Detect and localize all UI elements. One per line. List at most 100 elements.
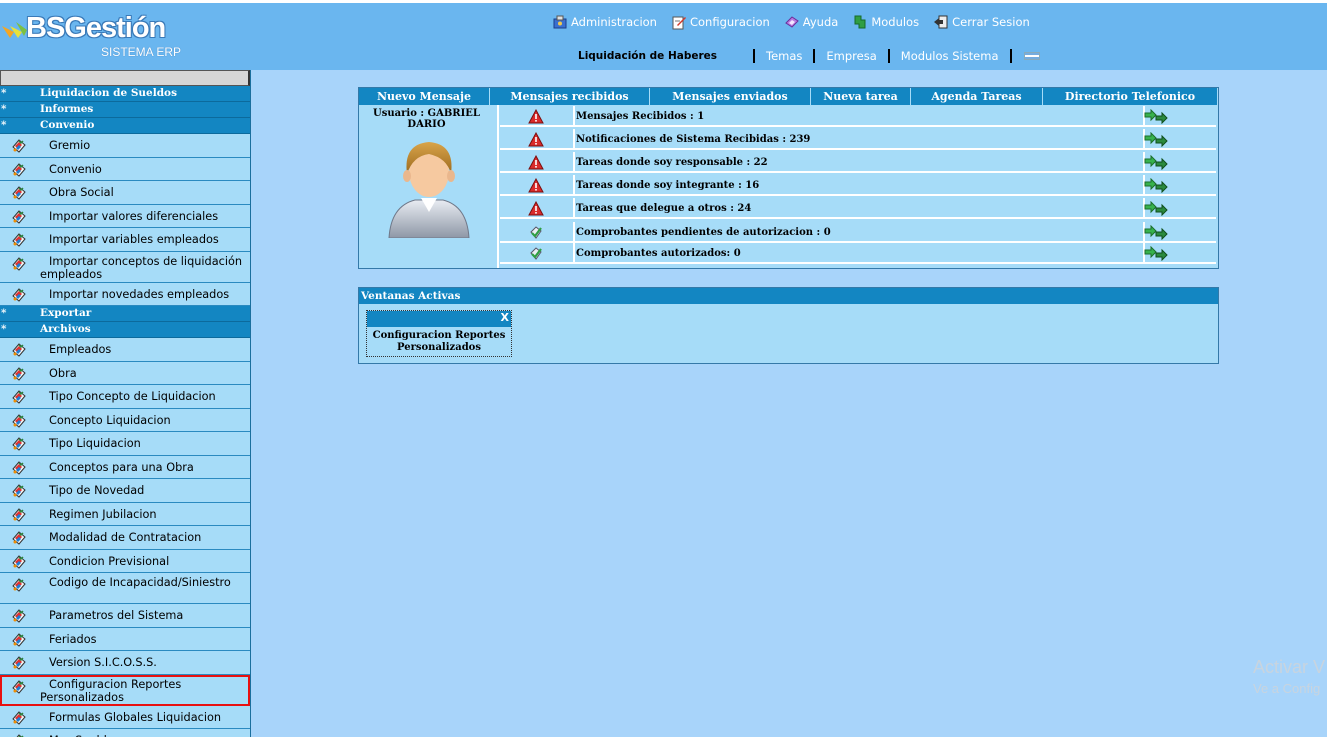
sidebar-item-label: Importar novedades empleados — [49, 287, 230, 301]
module-icon — [10, 530, 28, 546]
sidebar-item-importar-valores-diferenciales[interactable]: Importar valores diferenciales — [0, 204, 250, 228]
sidebar-item-obra-social[interactable]: Obra Social — [0, 181, 250, 205]
sidebar-item-label: Obra — [49, 366, 77, 380]
warning-icon — [528, 200, 544, 216]
sidebar-item-parametros-del-sistema[interactable]: Parametros del Sistema — [0, 604, 250, 628]
modulos-label: Modulos — [871, 15, 920, 29]
sidebar-item-label: Codigo de Incapacidad/Siniestro — [49, 576, 231, 589]
sidebar-item-gremio[interactable]: Gremio — [0, 134, 250, 158]
module-icon — [10, 733, 28, 737]
sidebar-item-mes-sueldo[interactable]: Mes Sueldo — [0, 729, 250, 737]
sidebar-item-convenio[interactable]: Convenio — [0, 157, 250, 181]
sidebar-section-convenio[interactable]: * Convenio — [0, 118, 250, 134]
sidebar-item-tipo-liquidacion[interactable]: Tipo Liquidacion — [0, 432, 250, 456]
sidebar-item-empleados[interactable]: Empleados — [0, 338, 250, 362]
modulos-sistema-link[interactable]: Modulos Sistema — [901, 49, 999, 63]
section-bullet: * — [1, 87, 7, 99]
sidebar-item-regimen-jubilacion[interactable]: Regimen Jubilacion — [0, 502, 250, 526]
active-window-chip[interactable]: X Configuracion Reportes Personalizados — [366, 310, 512, 357]
sidebar-item-codigo-de-incapacidad-siniestro[interactable]: Codigo de Incapacidad/Siniestro — [0, 573, 250, 604]
sidebar-menu: * Liquidacion de Sueldos * Informes * Conveni… — [0, 86, 250, 737]
admin-icon — [552, 14, 568, 30]
configuracion-label: Configuracion — [689, 15, 770, 29]
app-logo[interactable]: BSGestión SISTEMA ERP — [0, 12, 190, 64]
module-icon — [10, 366, 28, 382]
go-arrow-icon[interactable] — [1144, 177, 1168, 194]
sidebar-item-condicion-previsional[interactable]: Condicion Previsional — [0, 549, 250, 573]
sidebar-item-feriados[interactable]: Feriados — [0, 627, 250, 651]
active-window-title[interactable]: Configuracion Reportes Personalizados — [367, 327, 511, 354]
temas-link[interactable]: Temas — [766, 49, 802, 63]
sidebar-item-obra[interactable]: Obra — [0, 361, 250, 385]
go-arrow-icon[interactable] — [1144, 108, 1168, 125]
message-row: Tareas donde soy responsable : 22 — [500, 152, 1216, 173]
module-icon — [10, 209, 28, 225]
sidebar-item-tipo-concepto-de-liquidacion[interactable]: Tipo Concepto de Liquidacion — [0, 385, 250, 409]
separator — [813, 49, 816, 63]
sidebar-item-tipo-de-novedad[interactable]: Tipo de Novedad — [0, 479, 250, 503]
sidebar-item-conceptos-para-una-obra[interactable]: Conceptos para una Obra — [0, 455, 250, 479]
sidebar-item-modalidad-de-contratacion[interactable]: Modalidad de Contratacion — [0, 526, 250, 550]
sidebar-item-formulas-globales-liquidacion[interactable]: Formulas Globales Liquidacion — [0, 705, 250, 729]
go-arrow-icon[interactable] — [1144, 200, 1168, 217]
active-windows-panel: Ventanas Activas X Configuracion Reporte… — [358, 287, 1219, 364]
module-icon — [10, 342, 28, 358]
sidebar: * Liquidacion de Sueldos * Informes * Conveni… — [0, 70, 251, 737]
module-icon — [10, 389, 28, 405]
administracion-menu-link[interactable]: Administracion — [552, 13, 657, 31]
cerrar-sesion-menu-link[interactable]: Cerrar Sesion — [933, 13, 1030, 31]
go-arrow-icon[interactable] — [1144, 131, 1168, 148]
sidebar-item-label: Gremio — [49, 139, 91, 152]
tab-mensajes-enviados[interactable]: Mensajes enviados — [650, 88, 811, 105]
sidebar-section-informes[interactable]: * Informes — [0, 102, 250, 118]
sidebar-item-label: Obra Social — [49, 186, 114, 199]
configuracion-menu-link[interactable]: Configuracion — [671, 13, 770, 31]
sidebar-item-label: Concepto Liquidacion — [49, 413, 171, 427]
ayuda-menu-link[interactable]: Ayuda — [784, 13, 839, 31]
tab-directorio-telefonico[interactable]: Directorio Telefonico — [1043, 88, 1218, 105]
check-icon — [528, 225, 544, 240]
app-brand: BSGestión — [26, 12, 166, 44]
message-row: Comprobantes autorizados: 0 — [500, 243, 1216, 264]
module-icon — [10, 483, 28, 499]
close-window-button[interactable]: X — [501, 311, 509, 324]
sidebar-item-concepto-liquidacion[interactable]: Concepto Liquidacion — [0, 408, 250, 432]
sidebar-item-label: Feriados — [49, 632, 97, 646]
app-subtitle: SISTEMA ERP — [101, 45, 182, 59]
sidebar-item-version-s-i-c-o-s-s[interactable]: Version S.I.C.O.S.S. — [0, 651, 250, 675]
sidebar-section-label: Informes — [40, 103, 94, 115]
go-arrow-icon[interactable] — [1144, 154, 1168, 171]
message-row-label: Tareas donde soy responsable : 22 — [573, 152, 768, 173]
sidebar-item-label: Condicion Previsional — [49, 554, 170, 568]
go-arrow-icon[interactable] — [1144, 245, 1168, 262]
message-row: Tareas donde soy integrante : 16 — [500, 175, 1216, 196]
administracion-label: Administracion — [571, 15, 657, 29]
user-avatar-icon — [388, 142, 470, 238]
message-row-label: Comprobantes pendientes de autorizacion … — [573, 222, 831, 243]
empresa-link[interactable]: Empresa — [826, 49, 876, 63]
sidebar-item-configuracion-reportes-personalizados[interactable]: Configuracion Reportes Personalizados — [0, 674, 250, 706]
modulos-menu-link[interactable]: Modulos — [852, 13, 919, 31]
go-arrow-icon[interactable] — [1144, 224, 1168, 241]
current-module: Liquidación de Haberes — [578, 50, 718, 62]
separator — [1009, 49, 1012, 63]
ayuda-label: Ayuda — [802, 15, 839, 29]
sidebar-section-liquidacion-de-sueldos[interactable]: * Liquidacion de Sueldos — [0, 86, 250, 102]
tab-mensajes-recibidos[interactable]: Mensajes recibidos — [490, 88, 650, 105]
separator — [887, 49, 890, 63]
module-icon — [10, 162, 28, 178]
language-flag-icon[interactable] — [1023, 52, 1040, 60]
sidebar-item-importar-novedades-empleados[interactable]: Importar novedades empleados — [0, 282, 250, 306]
sidebar-item-importar-conceptos-de-liquidacion-empleados[interactable]: Importar conceptos de liquidación emplea… — [0, 251, 250, 283]
sidebar-section-archivos[interactable]: * Archivos — [0, 322, 250, 338]
tab-nuevo-mensaje[interactable]: Nuevo Mensaje — [359, 88, 490, 105]
logo-chevron-icon — [2, 22, 27, 38]
tab-agenda-tareas[interactable]: Agenda Tareas — [911, 88, 1043, 105]
sidebar-section-exportar[interactable]: * Exportar — [0, 306, 250, 322]
module-icon — [10, 256, 28, 272]
sidebar-section-label: Exportar — [40, 307, 92, 319]
message-row-label: Mensajes Recibidos : 1 — [573, 106, 704, 127]
module-icon — [10, 554, 28, 570]
tab-nueva-tarea[interactable]: Nueva tarea — [811, 88, 911, 105]
sidebar-item-importar-variables-empleados[interactable]: Importar variables empleados — [0, 228, 250, 252]
